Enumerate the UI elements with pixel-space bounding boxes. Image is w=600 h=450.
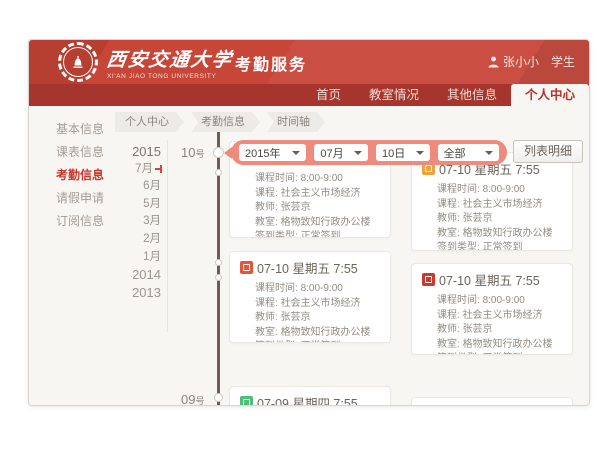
attendance-card: 07-10 星期五 7:55 课程时间: 8:00-9:00 课程: 社会主义市… <box>411 263 573 355</box>
category-dropdown[interactable]: 全部 <box>438 144 499 161</box>
chevron-down-icon <box>485 151 493 155</box>
timeline-year-2015[interactable]: 2015 <box>29 143 161 161</box>
top-nav: 首页 教室情况 其他信息 个人中心 <box>29 84 589 106</box>
chevron-down-icon <box>416 151 424 155</box>
card-field: 课程: 社会主义市场经济 <box>437 309 564 324</box>
card-header: 07-09 星期四 7:55 <box>230 387 390 406</box>
card-body: 课程时间: 8:00-9:00 课程: 社会主义市场经济 教师: 张芸京 教室:… <box>412 292 572 355</box>
card-field: 教室: 格物致知行政办公楼 <box>255 216 382 231</box>
filter-bar: 2015年 07月 10日 全部 <box>231 140 507 165</box>
card-field: 教师: 张芸京 <box>437 323 564 338</box>
breadcrumb-timeline[interactable]: 时间轴 <box>267 112 325 132</box>
timeline-month-jun[interactable]: 6月 <box>29 178 161 196</box>
attendance-card: 07-10 星期五 7:55 课程时间: 8:00-9:00 课程: 社会主义市… <box>411 152 573 251</box>
timeline-month-mar[interactable]: 3月 <box>29 213 161 231</box>
card-field: 课程: 社会主义市场经济 <box>255 187 382 202</box>
day-label-10: 10号 <box>181 144 204 162</box>
card-body: 课程时间: 8:00-9:00 课程: 社会主义市场经济 教师: 张芸京 教室:… <box>230 280 390 343</box>
card-field: 课程: 社会主义市场经济 <box>437 198 564 213</box>
month-dropdown[interactable]: 07月 <box>314 144 368 161</box>
university-name-cn: 西安交通大学 <box>105 45 235 72</box>
service-title: 考勤服务 <box>235 51 307 75</box>
nav-item-home[interactable]: 首页 <box>302 84 355 106</box>
timeline-node <box>215 169 222 176</box>
calendar-icon <box>240 261 253 274</box>
sidebar-item-basic-info[interactable]: 基本信息 <box>29 118 129 141</box>
timeline-node <box>213 147 224 158</box>
timeline-month-jan[interactable]: 1月 <box>29 249 161 267</box>
chevron-down-icon <box>292 151 300 155</box>
card-field: 签到类型: 正常签到 <box>255 340 382 343</box>
timeline-year-2013[interactable]: 2013 <box>29 284 161 302</box>
calendar-icon <box>240 396 253 406</box>
card-title: 07-09 星期四 7:55 <box>257 393 358 406</box>
card-field: 教室: 格物致知行政办公楼 <box>255 326 382 341</box>
card-field: 课程时间: 8:00-9:00 <box>255 172 382 187</box>
timeline-month-may[interactable]: 5月 <box>29 196 161 214</box>
timeline-node <box>215 274 222 281</box>
attendance-card: 07-09 星期四 7:55 <box>229 386 391 406</box>
list-detail-button[interactable]: 列表明细 <box>513 140 583 163</box>
calendar-icon <box>422 273 435 286</box>
attendance-card: 07-10 星期五 7:55 课程时间: 8:00-9:00 课程: 社会主义市… <box>229 251 391 343</box>
timeline-node <box>215 259 222 266</box>
user-role: 学生 <box>551 53 575 70</box>
user-menu[interactable]: 张小小 学生 <box>488 53 575 70</box>
nav-item-classrooms[interactable]: 教室情况 <box>355 84 433 106</box>
attendance-card-partial <box>411 397 573 406</box>
card-field: 课程时间: 8:00-9:00 <box>437 183 564 198</box>
nav-item-personal-center[interactable]: 个人中心 <box>511 84 589 106</box>
card-field: 教师: 张芸京 <box>437 212 564 227</box>
card-field: 课程时间: 8:00-9:00 <box>255 282 382 297</box>
day-dropdown[interactable]: 10日 <box>376 144 430 161</box>
breadcrumb-personal-center[interactable]: 个人中心 <box>115 112 184 132</box>
breadcrumb-attendance-info[interactable]: 考勤信息 <box>191 112 260 132</box>
card-field: 教师: 张芸京 <box>255 201 382 216</box>
card-field: 课程: 社会主义市场经济 <box>255 297 382 312</box>
divider <box>167 140 168 332</box>
card-field: 教师: 张芸京 <box>255 311 382 326</box>
card-body: 课程时间: 8:00-9:00 课程: 社会主义市场经济 教师: 张芸京 教室:… <box>230 170 390 238</box>
card-field: 教室: 格物致知行政办公楼 <box>437 227 564 242</box>
timeline-year-2014[interactable]: 2014 <box>29 266 161 284</box>
timeline-year-month-list: 2015 7月 6月 5月 3月 2月 1月 2014 2013 <box>29 143 161 301</box>
person-icon <box>488 56 499 68</box>
nav-item-other-info[interactable]: 其他信息 <box>433 84 511 106</box>
timeline-month-feb[interactable]: 2月 <box>29 231 161 249</box>
timeline-node <box>214 393 223 402</box>
university-logo-icon <box>58 42 98 82</box>
day-label-09: 09号 <box>181 391 204 406</box>
card-field: 签到类型: 正常签到 <box>437 241 564 251</box>
card-field: 签到类型: 正常签到 <box>255 230 382 238</box>
card-body: 课程时间: 8:00-9:00 课程: 社会主义市场经济 教师: 张芸京 教室:… <box>412 181 572 251</box>
card-header: 07-10 星期五 7:55 <box>412 264 572 292</box>
bell-emblem-icon <box>69 53 87 71</box>
card-field: 教室: 格物致知行政办公楼 <box>437 338 564 353</box>
university-name-en: XI'AN JIAO TONG UNIVERSITY <box>107 73 233 80</box>
card-field: 签到类型: 正常签到 <box>437 352 564 355</box>
app-window: 西安交通大学 XI'AN JIAO TONG UNIVERSITY 考勤服务 张… <box>28 39 590 406</box>
card-header: 07-10 星期五 7:55 <box>230 252 390 280</box>
app-header: 西安交通大学 XI'AN JIAO TONG UNIVERSITY 考勤服务 张… <box>29 40 589 84</box>
card-field: 课程时间: 8:00-9:00 <box>437 294 564 309</box>
user-name: 张小小 <box>503 53 539 70</box>
card-title: 07-10 星期五 7:55 <box>439 270 540 289</box>
chevron-down-icon <box>354 151 362 155</box>
university-name: 西安交通大学 XI'AN JIAO TONG UNIVERSITY <box>107 45 233 80</box>
year-dropdown[interactable]: 2015年 <box>239 144 306 161</box>
current-month-marker-icon <box>155 168 161 170</box>
timeline-month-jul[interactable]: 7月 <box>29 161 161 179</box>
card-title: 07-10 星期五 7:55 <box>257 258 358 277</box>
breadcrumb: 个人中心 考勤信息 时间轴 <box>115 112 325 132</box>
